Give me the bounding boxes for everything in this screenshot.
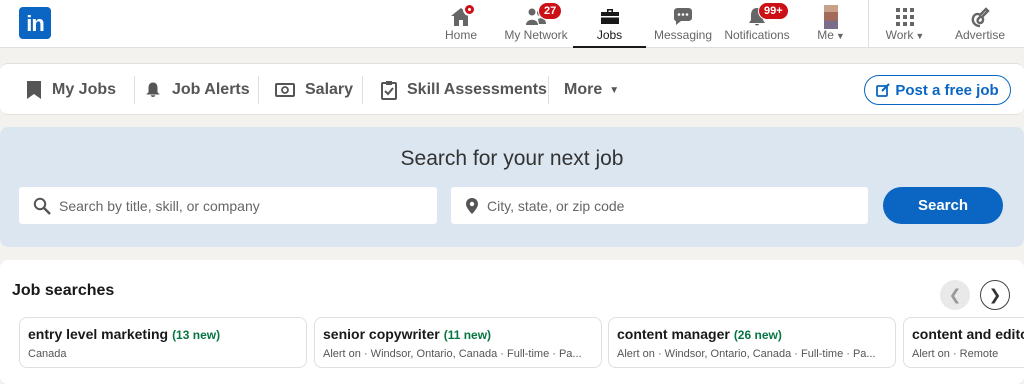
nav-home-label: Home — [444, 28, 477, 42]
nav-home[interactable]: Home — [441, 0, 481, 48]
nav-advertise[interactable]: Advertise — [950, 0, 1010, 48]
job-searches-title: Job searches — [12, 282, 115, 299]
nav-work-label: Work — [885, 28, 914, 42]
location-search-input[interactable]: City, state, or zip code — [451, 187, 868, 224]
card-subtitle: Alert on · Windsor, Ontario, Canada · Fu… — [323, 348, 582, 360]
card-new-count: (13 new) — [172, 328, 221, 342]
card-subtitle: Alert on · Remote — [912, 348, 999, 360]
nav-me[interactable]: Me ▼ — [808, 0, 854, 48]
location-pin-icon — [466, 197, 478, 214]
more-label: More — [564, 81, 603, 98]
location-placeholder: City, state, or zip code — [487, 197, 625, 214]
nav-notifications[interactable]: 99+ Notifications — [721, 0, 793, 48]
card-title: content manager — [617, 326, 730, 342]
nav-me-label: Me — [817, 28, 834, 42]
notification-dot — [463, 3, 476, 16]
nav-jobs-label: Jobs — [596, 28, 623, 42]
card-title: content and editor — [912, 326, 1024, 342]
card-title: senior copywriter — [323, 326, 440, 342]
job-search-banner: Search for your next job Search by title… — [0, 127, 1024, 247]
chevron-down-icon: ▼ — [915, 31, 925, 41]
chevron-right-icon: ❯ — [988, 287, 1002, 304]
more-menu[interactable]: More ▼ — [564, 64, 619, 116]
card-new-count: (11 new) — [443, 328, 492, 342]
notifications-badge: 99+ — [758, 2, 789, 20]
my-jobs-link[interactable]: My Jobs — [26, 64, 116, 116]
subnav-divider — [362, 76, 363, 104]
clipboard-check-icon — [381, 81, 397, 100]
job-alerts-link[interactable]: Job Alerts — [144, 64, 250, 116]
card-title: entry level marketing — [28, 326, 169, 342]
subnav-divider — [134, 76, 135, 104]
jobs-subnav: My Jobs Job Alerts Salary Skill Assessme… — [0, 63, 1024, 115]
keyword-placeholder: Search by title, skill, or company — [59, 197, 260, 214]
post-free-job-button[interactable]: Post a free job — [864, 75, 1011, 105]
briefcase-icon — [600, 9, 619, 24]
saved-search-card[interactable]: entry level marketing (13 new) Canada — [19, 317, 307, 368]
nav-my-network[interactable]: 27 My Network — [500, 0, 572, 48]
nav-messaging-label: Messaging — [653, 28, 713, 42]
card-subtitle: Alert on · Windsor, Ontario, Canada · Fu… — [617, 348, 876, 360]
skill-assessments-label: Skill Assessments — [407, 81, 547, 98]
keyword-search-input[interactable]: Search by title, skill, or company — [19, 187, 437, 224]
top-nav: in Home 27 My Network Jobs Messaging 99+… — [0, 0, 1024, 48]
nav-advertise-label: Advertise — [954, 28, 1006, 42]
caret-down-icon: ▼ — [609, 84, 620, 96]
search-button[interactable]: Search — [883, 187, 1003, 224]
subnav-divider — [548, 76, 549, 104]
messaging-icon — [674, 8, 692, 25]
edit-icon — [876, 83, 891, 97]
advertise-icon — [971, 7, 990, 28]
bell-icon — [146, 82, 160, 97]
card-subtitle: Canada — [28, 348, 67, 360]
chevron-left-icon: ❮ — [948, 287, 962, 304]
job-searches-section: Job searches ❮ ❯ entry level marketing (1… — [0, 260, 1024, 384]
nav-messaging[interactable]: Messaging — [653, 0, 713, 48]
nav-notifications-label: Notifications — [724, 28, 790, 42]
saved-search-card[interactable]: content manager (26 new) Alert on · Winds… — [608, 317, 896, 368]
post-free-job-label: Post a free job — [895, 81, 999, 99]
skill-assessments-link[interactable]: Skill Assessments — [381, 64, 547, 116]
salary-label: Salary — [305, 81, 354, 98]
salary-link[interactable]: Salary — [275, 64, 353, 116]
nav-my-network-label: My Network — [504, 28, 568, 42]
network-badge: 27 — [538, 2, 563, 20]
nav-work[interactable]: Work ▼ — [880, 0, 930, 48]
prev-arrow-button[interactable]: ❮ — [940, 280, 970, 310]
job-alerts-label: Job Alerts — [172, 81, 250, 98]
chevron-down-icon: ▼ — [835, 31, 845, 41]
avatar — [824, 5, 838, 29]
bookmark-icon — [27, 81, 41, 99]
nav-jobs[interactable]: Jobs — [573, 0, 646, 48]
saved-search-card[interactable]: content and editor Alert on · Remote — [903, 317, 1024, 368]
my-jobs-label: My Jobs — [52, 81, 117, 98]
money-icon — [275, 83, 295, 97]
saved-search-card[interactable]: senior copywriter (11 new) Alert on · Win… — [314, 317, 602, 368]
next-arrow-button[interactable]: ❯ — [980, 280, 1010, 310]
card-new-count: (26 new) — [733, 328, 782, 342]
grid-icon — [896, 8, 914, 26]
linkedin-logo[interactable]: in — [19, 7, 51, 39]
nav-divider — [868, 0, 869, 48]
subnav-divider — [258, 76, 259, 104]
banner-title: Search for your next job — [400, 147, 624, 170]
search-icon — [33, 197, 51, 215]
